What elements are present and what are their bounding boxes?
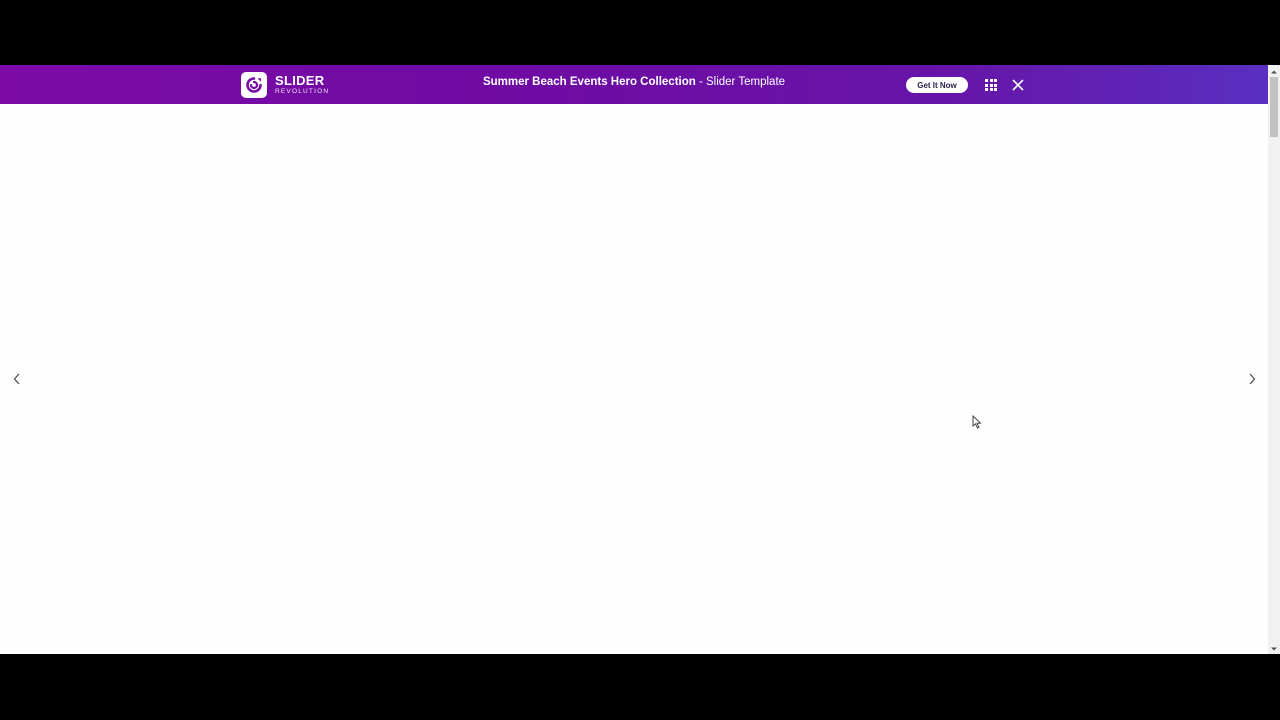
logo-subword: REVOLUTION — [275, 88, 330, 96]
scrollbar-thumb[interactable] — [1270, 77, 1278, 137]
template-type: - Slider Template — [695, 76, 786, 88]
vertical-scrollbar[interactable] — [1268, 65, 1280, 654]
slider-stage — [0, 104, 1268, 654]
scroll-up-arrow-icon[interactable] — [1268, 65, 1280, 77]
close-icon[interactable] — [1012, 78, 1024, 91]
browser-viewport: SLIDER REVOLUTION Summer Beach Events He… — [0, 65, 1280, 654]
chevron-left-icon[interactable] — [10, 372, 24, 386]
grid-menu-icon[interactable] — [985, 79, 997, 91]
template-title: Summer Beach Events Hero Collection - Sl… — [384, 76, 884, 88]
letterbox-top — [0, 0, 1280, 65]
logo-mark-icon — [241, 72, 267, 98]
logo-word: SLIDER — [275, 73, 325, 89]
template-promo-bar: SLIDER REVOLUTION Summer Beach Events He… — [0, 65, 1268, 104]
template-name: Summer Beach Events Hero Collection — [482, 76, 696, 88]
slider-revolution-logo[interactable]: SLIDER REVOLUTION — [241, 72, 329, 98]
letterbox-bottom — [0, 654, 1280, 720]
scroll-down-arrow-icon[interactable] — [1268, 642, 1280, 654]
get-it-now-button[interactable]: Get It Now — [906, 77, 968, 93]
chevron-right-icon[interactable] — [1245, 372, 1259, 386]
mouse-cursor-icon — [972, 414, 982, 429]
